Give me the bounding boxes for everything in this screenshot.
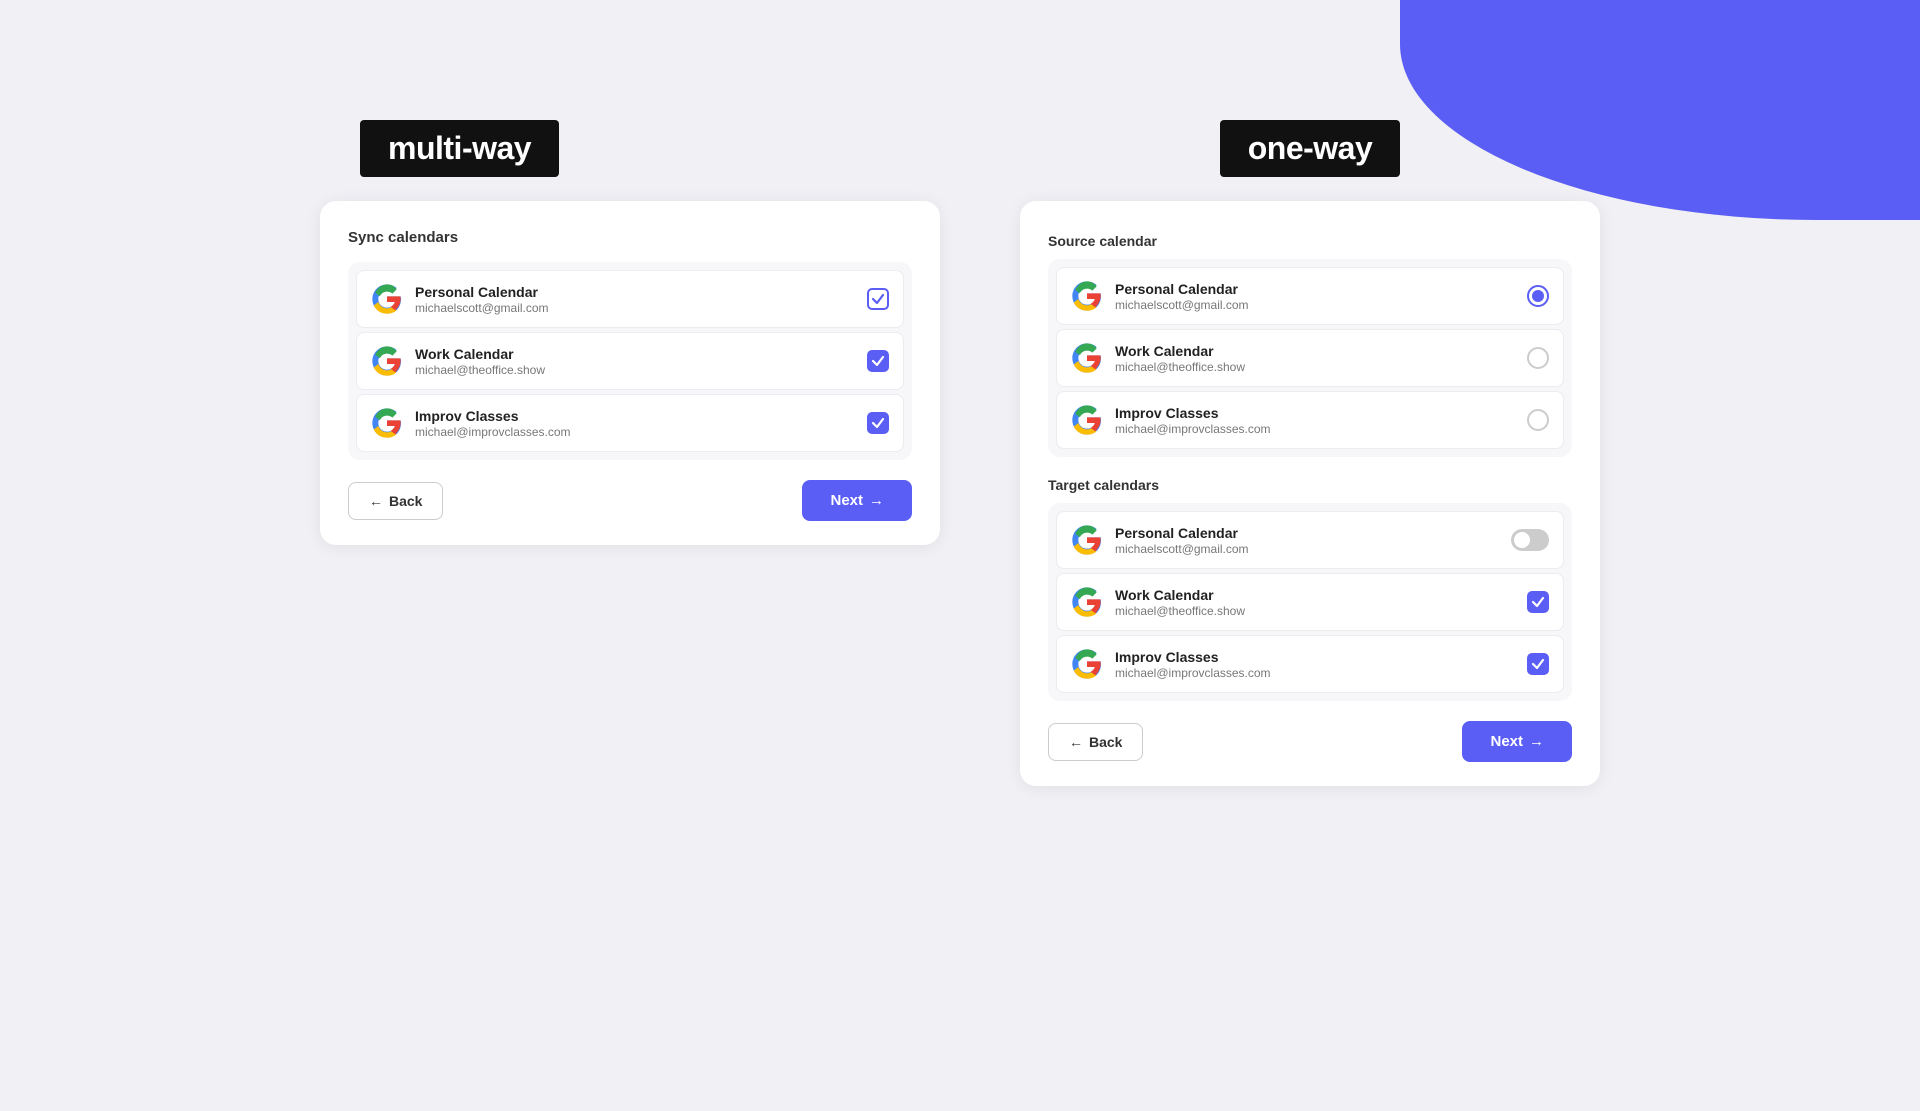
toggle[interactable] xyxy=(1511,529,1549,551)
card-footer: ← Back Next → xyxy=(1048,721,1572,762)
google-icon xyxy=(1071,586,1103,618)
google-icon xyxy=(371,283,403,315)
back-arrow-icon: ← xyxy=(369,493,383,509)
next-arrow-icon: → xyxy=(869,492,884,509)
radio-button[interactable] xyxy=(1527,285,1549,307)
cal-name: Work Calendar xyxy=(1115,343,1515,359)
checkbox[interactable] xyxy=(1527,653,1549,675)
cal-email: michael@improvclasses.com xyxy=(415,425,855,439)
next-label: Next xyxy=(830,492,863,509)
check-icon xyxy=(1531,657,1545,671)
next-arrow-icon: → xyxy=(1529,733,1544,750)
cal-info: Personal Calendar michaelscott@gmail.com xyxy=(1115,281,1515,312)
google-icon xyxy=(1071,648,1103,680)
cal-info: Personal Calendar michaelscott@gmail.com xyxy=(415,284,855,315)
cal-info: Work Calendar michael@theoffice.show xyxy=(1115,343,1515,374)
cal-email: michael@theoffice.show xyxy=(415,363,855,377)
google-icon xyxy=(1071,280,1103,312)
cal-email: michael@theoffice.show xyxy=(1115,604,1515,618)
list-item[interactable]: Work Calendar michael@theoffice.show xyxy=(356,332,904,390)
list-item[interactable]: Improv Classes michael@improvclasses.com xyxy=(356,394,904,452)
checkbox[interactable] xyxy=(1527,591,1549,613)
check-icon xyxy=(871,354,885,368)
card-footer: ← Back Next → xyxy=(348,480,912,521)
list-item[interactable]: Personal Calendar michaelscott@gmail.com xyxy=(356,270,904,328)
cal-info: Improv Classes michael@improvclasses.com xyxy=(1115,649,1515,680)
list-item[interactable]: Work Calendar michael@theoffice.show xyxy=(1056,329,1564,387)
left-section: multi-way Sync calendars Personal Calend… xyxy=(320,120,940,545)
target-label: Target calendars xyxy=(1048,477,1572,493)
cal-name: Personal Calendar xyxy=(1115,525,1499,541)
google-icon xyxy=(371,407,403,439)
google-icon xyxy=(1071,524,1103,556)
right-section: one-way Source calendar Personal Calenda… xyxy=(1020,120,1600,786)
multiway-badge: multi-way xyxy=(360,120,559,177)
oneway-badge: one-way xyxy=(1220,120,1401,177)
cal-email: michaelscott@gmail.com xyxy=(1115,298,1515,312)
next-button[interactable]: Next → xyxy=(1462,721,1572,762)
google-icon xyxy=(1071,404,1103,436)
source-label: Source calendar xyxy=(1048,233,1572,249)
cal-email: michaelscott@gmail.com xyxy=(1115,542,1499,556)
list-item[interactable]: Work Calendar michael@theoffice.show xyxy=(1056,573,1564,631)
back-label: Back xyxy=(389,493,422,509)
cal-name: Improv Classes xyxy=(1115,405,1515,421)
cal-email: michael@theoffice.show xyxy=(1115,360,1515,374)
checkbox[interactable] xyxy=(867,350,889,372)
cal-name: Personal Calendar xyxy=(1115,281,1515,297)
back-label: Back xyxy=(1089,734,1122,750)
radio-button[interactable] xyxy=(1527,347,1549,369)
cal-info: Improv Classes michael@improvclasses.com xyxy=(415,408,855,439)
check-icon xyxy=(1531,595,1545,609)
list-item[interactable]: Personal Calendar michaelscott@gmail.com xyxy=(1056,511,1564,569)
page-content: multi-way Sync calendars Personal Calend… xyxy=(0,0,1920,1111)
list-item[interactable]: Improv Classes michael@improvclasses.com xyxy=(1056,391,1564,449)
checkbox[interactable] xyxy=(867,288,889,310)
check-icon xyxy=(871,416,885,430)
multiway-card-title: Sync calendars xyxy=(348,229,912,246)
back-button[interactable]: ← Back xyxy=(348,482,443,520)
google-icon xyxy=(371,345,403,377)
back-arrow-icon: ← xyxy=(1069,734,1083,750)
next-button[interactable]: Next → xyxy=(802,480,912,521)
cal-name: Improv Classes xyxy=(1115,649,1515,665)
cal-name: Personal Calendar xyxy=(415,284,855,300)
cal-info: Personal Calendar michaelscott@gmail.com xyxy=(1115,525,1499,556)
list-item[interactable]: Improv Classes michael@improvclasses.com xyxy=(1056,635,1564,693)
source-calendar-list: Personal Calendar michaelscott@gmail.com xyxy=(1048,259,1572,457)
back-button[interactable]: ← Back xyxy=(1048,723,1143,761)
multiway-calendar-list: Personal Calendar michaelscott@gmail.com xyxy=(348,262,912,460)
cal-info: Work Calendar michael@theoffice.show xyxy=(1115,587,1515,618)
cal-info: Improv Classes michael@improvclasses.com xyxy=(1115,405,1515,436)
oneway-card: Source calendar Personal Calendar michae… xyxy=(1020,201,1600,786)
cal-name: Work Calendar xyxy=(415,346,855,362)
multiway-card: Sync calendars Personal Calendar michael… xyxy=(320,201,940,545)
cal-name: Improv Classes xyxy=(415,408,855,424)
checkbox[interactable] xyxy=(867,412,889,434)
cal-email: michaelscott@gmail.com xyxy=(415,301,855,315)
check-icon xyxy=(871,292,885,306)
cal-email: michael@improvclasses.com xyxy=(1115,422,1515,436)
next-label: Next xyxy=(1490,733,1523,750)
list-item[interactable]: Personal Calendar michaelscott@gmail.com xyxy=(1056,267,1564,325)
cal-email: michael@improvclasses.com xyxy=(1115,666,1515,680)
google-icon xyxy=(1071,342,1103,374)
target-calendar-list: Personal Calendar michaelscott@gmail.com xyxy=(1048,503,1572,701)
radio-button[interactable] xyxy=(1527,409,1549,431)
cal-info: Work Calendar michael@theoffice.show xyxy=(415,346,855,377)
cal-name: Work Calendar xyxy=(1115,587,1515,603)
